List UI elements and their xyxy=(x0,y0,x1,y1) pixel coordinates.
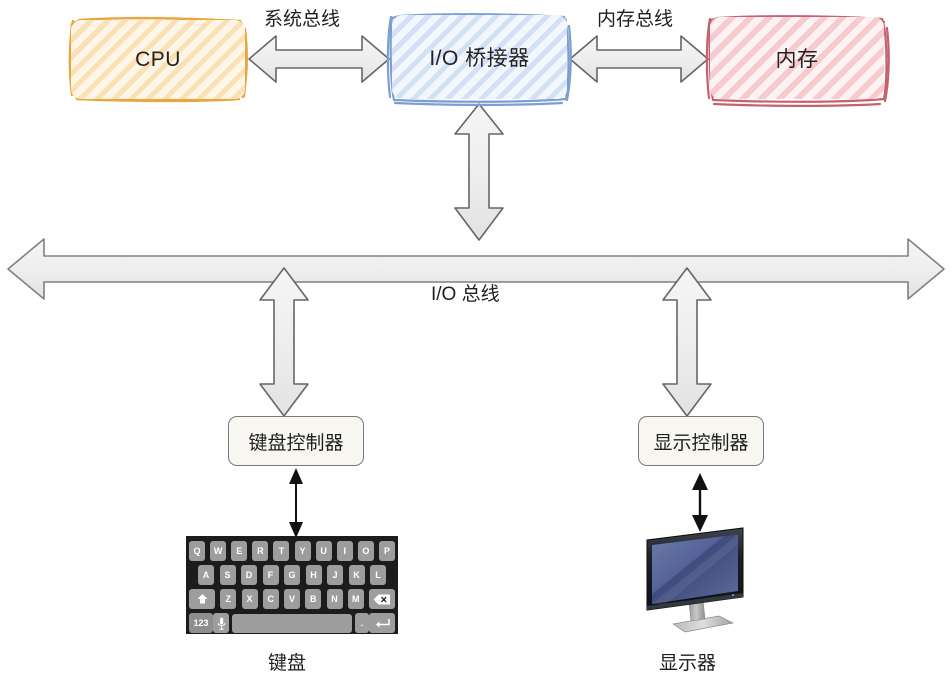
key-y[interactable]: Y xyxy=(294,541,311,561)
key-r[interactable]: R xyxy=(252,541,269,561)
key-x[interactable]: X xyxy=(241,589,258,609)
node-memory[interactable]: 内存 xyxy=(707,14,887,102)
diagram-canvas: CPU I/O 桥接器 内存 系统总线 内存总线 I/O 总线 键盘控制器 显示… xyxy=(0,0,952,679)
key-d[interactable]: D xyxy=(241,565,257,585)
arrow-cpu-bridge xyxy=(248,35,390,83)
key-w[interactable]: W xyxy=(210,541,227,561)
io-bridge-label: I/O 桥接器 xyxy=(429,47,530,70)
key-i[interactable]: I xyxy=(336,541,353,561)
key-n[interactable]: N xyxy=(326,589,343,609)
node-keyboard-controller[interactable]: 键盘控制器 xyxy=(228,416,364,466)
key-p[interactable]: P xyxy=(378,541,395,561)
keyboard-row-1: Q W E R T Y U I O P xyxy=(186,540,398,562)
enter-key-icon[interactable] xyxy=(369,613,395,633)
arrow-keyboardcontroller-keyboard xyxy=(289,468,303,538)
key-o[interactable]: O xyxy=(357,541,374,561)
arrow-iobus-display-controller xyxy=(662,267,712,417)
memory-label: 内存 xyxy=(775,48,819,71)
arrow-bridge-memory xyxy=(569,35,709,83)
key-g[interactable]: G xyxy=(284,565,300,585)
keyboard-row-2: A S D F G H J K L xyxy=(186,564,398,586)
key-u[interactable]: U xyxy=(315,541,332,561)
node-io-bridge[interactable]: I/O 桥接器 xyxy=(389,12,570,102)
key-c[interactable]: C xyxy=(262,589,279,609)
arrow-bridge-iobus xyxy=(454,103,504,241)
cpu-label: CPU xyxy=(135,47,181,71)
memory-bus-label: 内存总线 xyxy=(597,9,674,30)
microphone-key-icon[interactable] xyxy=(213,613,229,633)
key-q[interactable]: Q xyxy=(189,541,205,561)
period-key[interactable]: . xyxy=(355,613,369,633)
keyboard-row-4: 123 . xyxy=(186,612,398,634)
key-m[interactable]: M xyxy=(347,589,364,609)
monitor-device-icon[interactable] xyxy=(633,520,755,642)
keyboard-device-icon[interactable]: Q W E R T Y U I O P A S D F G H J K L Z … xyxy=(186,536,398,634)
backspace-key-icon[interactable] xyxy=(369,589,395,609)
node-cpu[interactable]: CPU xyxy=(68,17,248,102)
key-e[interactable]: E xyxy=(231,541,248,561)
key-l[interactable]: L xyxy=(370,565,386,585)
display-controller-label: 显示控制器 xyxy=(653,432,749,454)
io-bus-label: I/O 总线 xyxy=(431,284,500,305)
key-v[interactable]: V xyxy=(284,589,300,609)
key-f[interactable]: F xyxy=(262,565,279,585)
numbers-key[interactable]: 123 xyxy=(189,613,213,633)
keyboard-controller-label: 键盘控制器 xyxy=(248,432,344,454)
key-a[interactable]: A xyxy=(198,565,214,585)
system-bus-label: 系统总线 xyxy=(264,9,341,30)
space-key[interactable] xyxy=(232,613,352,633)
key-k[interactable]: K xyxy=(348,565,365,585)
key-j[interactable]: J xyxy=(327,565,343,585)
key-b[interactable]: B xyxy=(305,589,322,609)
keyboard-caption: 键盘 xyxy=(268,653,307,674)
key-h[interactable]: H xyxy=(305,565,322,585)
node-display-controller[interactable]: 显示控制器 xyxy=(638,416,764,466)
arrow-iobus-keyboard-controller xyxy=(259,267,309,417)
monitor-caption: 显示器 xyxy=(659,653,717,674)
key-t[interactable]: T xyxy=(273,541,290,561)
keyboard-row-3: Z X C V B N M xyxy=(186,588,398,610)
key-s[interactable]: S xyxy=(219,565,236,585)
shift-key-icon[interactable] xyxy=(189,589,215,609)
key-z[interactable]: Z xyxy=(220,589,237,609)
